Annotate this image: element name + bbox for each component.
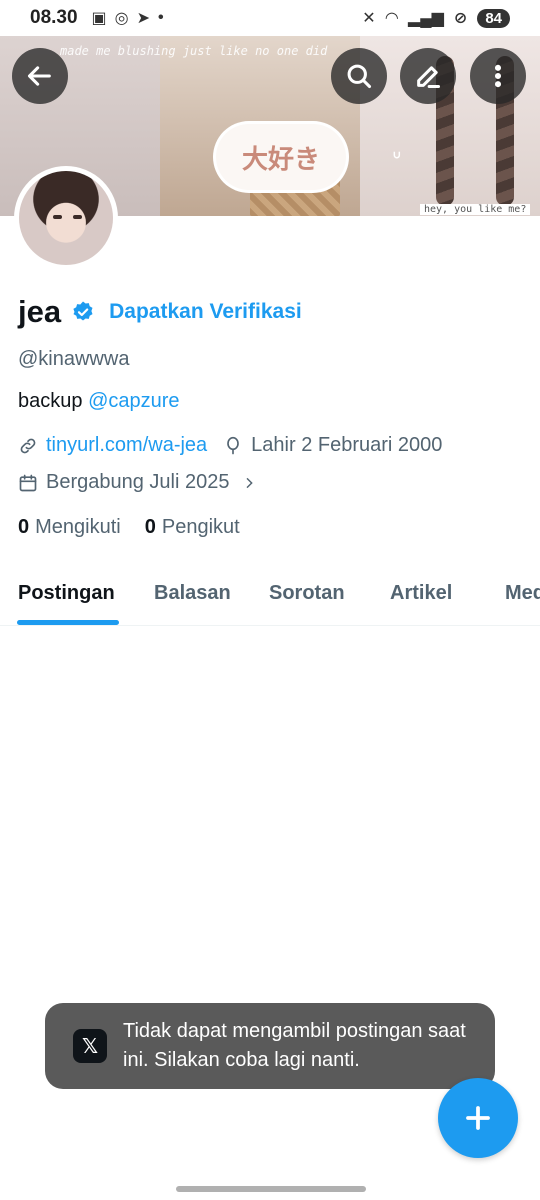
profile-handle: @kinawwwa [18,348,130,370]
more-notifications-icon: • [158,9,164,26]
profile-birthday: Lahir 2 Februari 2000 [251,434,443,456]
mute-icon: ✕ [362,10,376,27]
link-icon [20,438,36,453]
tab-posts[interactable]: Postingan [18,582,115,605]
tab-replies[interactable]: Balasan [154,582,231,605]
profile-tabs: Postingan Balasan Sorotan Artikel Media [0,568,540,626]
avatar[interactable] [14,166,118,270]
search-button[interactable] [331,48,387,104]
plus-icon [466,1106,490,1130]
balloon-icon [227,436,240,454]
compose-post-button[interactable] [438,1078,518,1158]
profile-name-row: jea Dapatkan Verifikasi [18,294,302,330]
banner-doodle-text-bottom: hey, you like me? [420,204,531,215]
banner-doodle-text: made me blushing just like no one did [60,44,328,58]
verified-badge-icon[interactable] [71,300,95,324]
battery-indicator: 84 [477,8,510,28]
toast-message: Tidak dapat mengambil postingan saat ini… [123,1020,466,1071]
following-stat[interactable]: 0 Mengikuti [18,516,121,539]
x-logo-icon: 𝕏 [73,1029,107,1063]
whatsapp-icon: ◎ [114,10,129,27]
wifi-icon: ◠ [385,10,398,27]
profile-name: jea [18,294,62,329]
tab-articles[interactable]: Artikel [390,582,452,605]
status-bar: 08.30 ▣ ◎ ➤ • ✕ ◠ ▂▄▆ ⊘ 84 [0,0,540,36]
profile-joined-date: Bergabung Juli 2025 [46,471,230,493]
tab-highlights[interactable]: Sorotan [269,582,345,605]
notification-icons: ▣ ◎ ➤ • [92,8,164,28]
avatar-eye [53,215,62,219]
bio-mention-link[interactable]: @capzure [88,390,179,412]
follow-stats: 0 Mengikuti 0 Pengikut [18,516,240,539]
following-label: Mengikuti [35,516,121,538]
calendar-icon [19,474,37,491]
banner-kanji-cloud: 大好き [216,124,346,190]
back-button[interactable] [12,48,68,104]
bunny-doodle-icon: ᐡ [392,147,402,174]
followers-count: 0 [144,516,156,538]
tab-media[interactable]: Media [505,582,540,605]
profile-joined-row[interactable]: Bergabung Juli 2025 [18,471,257,494]
more-options-button[interactable] [470,48,526,104]
system-icons: ✕ ◠ ▂▄▆ ⊘ 84 [362,8,510,28]
followers-stat[interactable]: 0 Pengikut [145,516,240,539]
profile-meta-row: tinyurl.com/wa-jea Lahir 2 Februari 2000 [18,434,442,457]
get-verified-link[interactable]: Dapatkan Verifikasi [109,300,302,324]
telegram-icon: ➤ [136,10,151,27]
following-count: 0 [18,516,30,538]
search-icon [347,64,372,89]
more-vertical-icon [494,64,502,88]
home-indicator[interactable] [176,1186,366,1192]
avatar-image [19,171,113,265]
error-toast: 𝕏 Tidak dapat mengambil postingan saat i… [45,1003,495,1089]
edit-button[interactable] [400,48,456,104]
avatar-eye [73,215,82,219]
signal-icon: ▂▄▆ [407,10,444,27]
profile-bio: backup @capzure [18,390,180,413]
chevron-right-icon [246,477,254,488]
screenshot-icon: ▣ [91,10,107,27]
active-tab-indicator [17,620,119,625]
status-time: 08.30 [30,7,78,28]
dnd-icon: ⊘ [453,10,468,27]
profile-website-link[interactable]: tinyurl.com/wa-jea [46,434,207,457]
bio-text: backup [18,390,89,412]
pencil-icon [417,66,441,89]
arrow-left-icon [27,66,51,86]
followers-label: Pengikut [161,516,240,538]
